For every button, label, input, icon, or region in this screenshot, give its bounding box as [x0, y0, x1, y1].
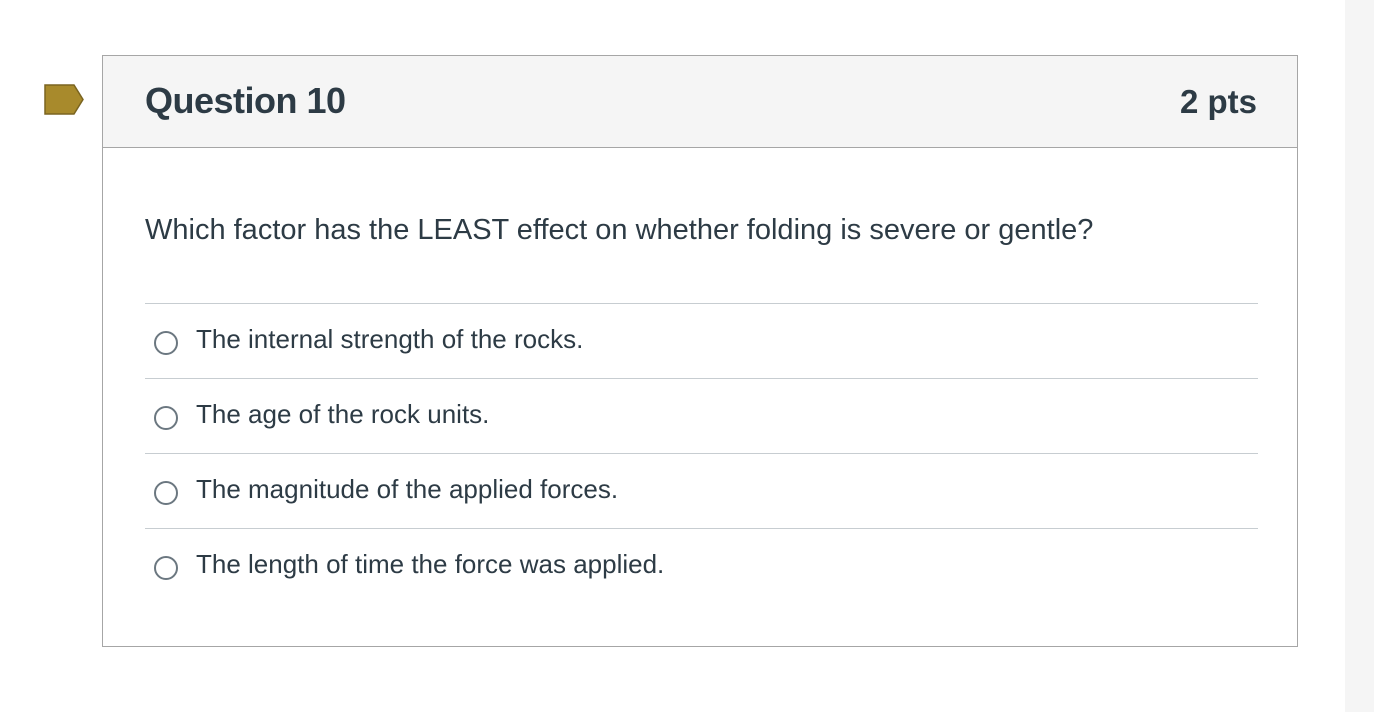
- scrollbar-track[interactable]: [1345, 0, 1374, 712]
- answer-option[interactable]: The internal strength of the rocks.: [145, 303, 1258, 378]
- radio-button[interactable]: [154, 481, 178, 505]
- question-points: 2 pts: [1179, 83, 1257, 120]
- answer-label[interactable]: The magnitude of the applied forces.: [196, 474, 618, 505]
- question-header: Question 10 2 pts: [103, 56, 1297, 148]
- question-title: Question 10: [145, 80, 346, 121]
- answer-option[interactable]: The magnitude of the applied forces.: [145, 453, 1258, 528]
- flag-question-icon[interactable]: [44, 84, 84, 115]
- radio-button[interactable]: [154, 331, 178, 355]
- answer-option[interactable]: The age of the rock units.: [145, 378, 1258, 453]
- answer-label[interactable]: The internal strength of the rocks.: [196, 324, 583, 355]
- answer-list: The internal strength of the rocks. The …: [145, 303, 1258, 603]
- radio-button[interactable]: [154, 556, 178, 580]
- radio-button[interactable]: [154, 406, 178, 430]
- question-text: Which factor has the LEAST effect on whe…: [145, 214, 1094, 246]
- answer-label[interactable]: The length of time the force was applied…: [196, 549, 664, 580]
- question-card: Question 10 2 pts Which factor has the L…: [102, 55, 1298, 647]
- answer-option[interactable]: The length of time the force was applied…: [145, 528, 1258, 603]
- quiz-page: Question 10 2 pts Which factor has the L…: [0, 0, 1374, 712]
- answer-label[interactable]: The age of the rock units.: [196, 399, 489, 430]
